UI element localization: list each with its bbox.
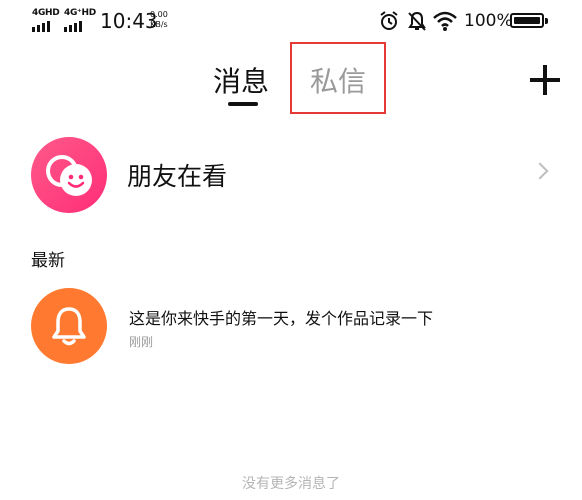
plus-icon[interactable] (530, 65, 560, 95)
smiley-chat-icon (31, 137, 107, 213)
list-item[interactable]: 这是你来快手的第一天，发个作品记录一下 刚刚 (0, 280, 582, 364)
mute-bell-icon (408, 11, 426, 31)
highlight-annotation-box (290, 42, 386, 114)
signal-bars-icon (64, 21, 82, 32)
battery-percent: 100% (464, 11, 513, 31)
alarm-icon (380, 11, 398, 30)
network-type-label-1: 4GHD (32, 8, 60, 18)
network-speed-unit: KB/s (150, 20, 168, 29)
notification-text: 这是你来快手的第一天，发个作品记录一下 (129, 309, 434, 328)
battery-icon (510, 13, 548, 28)
tab-messages[interactable]: 消息 (213, 60, 269, 100)
active-tab-indicator (228, 102, 258, 106)
friends-watching-row[interactable]: 朋友在看 (0, 135, 582, 215)
bell-icon (31, 288, 107, 364)
network-type-label-2: 4G⁺HD (64, 8, 96, 18)
notification-time: 刚刚 (129, 335, 154, 349)
no-more-messages-text: 没有更多消息了 (242, 476, 340, 492)
section-title-latest: 最新 (31, 251, 65, 271)
wifi-icon (433, 11, 457, 31)
network-speed: 0.00 KB/s (150, 10, 168, 30)
chevron-right-icon (531, 162, 549, 180)
clock: 10:43 (100, 9, 158, 33)
friends-watching-label: 朋友在看 (127, 162, 228, 191)
network-speed-value: 0.00 (150, 10, 168, 19)
signal-bars-icon (32, 21, 50, 32)
status-bar: 4GHD 4G⁺HD 10:43 0.00 KB/s 100% (0, 0, 582, 44)
